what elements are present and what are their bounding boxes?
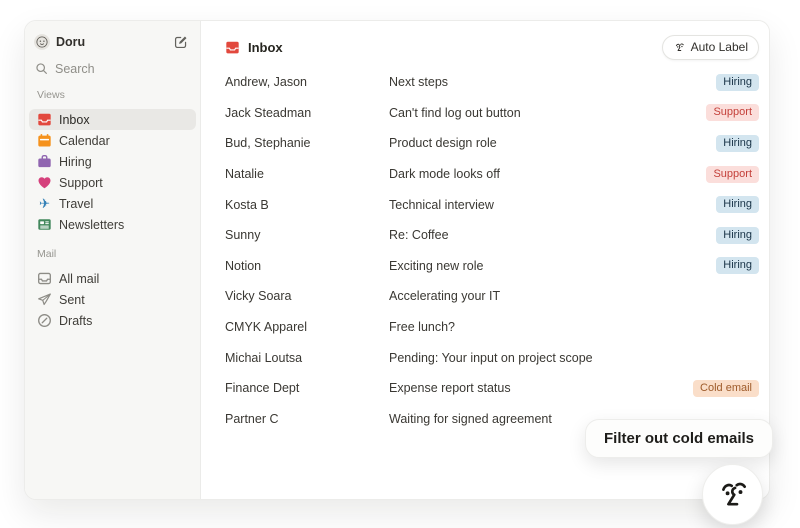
sidebar-item-sent[interactable]: Sent	[29, 289, 196, 310]
email-sender: Sunny	[225, 228, 389, 242]
ai-assistant-button[interactable]	[702, 464, 763, 525]
sidebar-item-label: Drafts	[59, 314, 92, 328]
sidebar-item-label: Sent	[59, 293, 85, 307]
search-icon	[35, 62, 48, 75]
email-subject: Dark mode looks off	[389, 167, 706, 181]
auto-label-label: Auto Label	[691, 40, 748, 54]
sidebar-item-drafts[interactable]: Drafts	[29, 310, 196, 331]
paper-plane-icon	[37, 292, 52, 307]
email-sender: Natalie	[225, 167, 389, 181]
email-label-badge: Support	[706, 104, 759, 121]
sidebar-sections: Views Inbox Calendar Hiring Support ✈ Travel Ne…	[25, 76, 200, 331]
email-subject: Accelerating your IT	[389, 289, 759, 303]
ai-face-icon	[713, 475, 753, 515]
sidebar-item-list: All mail Sent Drafts	[25, 268, 200, 331]
compose-icon[interactable]	[174, 35, 188, 49]
email-subject: Re: Coffee	[389, 228, 716, 242]
email-subject: Free lunch?	[389, 320, 759, 334]
sidebar-header: Doru	[25, 34, 200, 50]
sidebar-item-list: Inbox Calendar Hiring Support ✈ Travel Newslet…	[25, 109, 200, 235]
tray-icon	[37, 271, 52, 286]
inbox-title-group: Inbox	[225, 40, 283, 55]
sidebar-item-label: Travel	[59, 197, 93, 211]
email-sender: Notion	[225, 259, 389, 273]
sidebar-item-newsletters[interactable]: Newsletters	[29, 214, 196, 235]
email-subject: Exciting new role	[389, 259, 716, 273]
email-row[interactable]: Michai LoutsaPending: Your input on proj…	[225, 342, 759, 373]
email-subject: Can't find log out button	[389, 106, 706, 120]
ai-face-icon	[673, 41, 686, 54]
heart-icon	[37, 175, 52, 190]
email-row[interactable]: CMYK ApparelFree lunch?	[225, 312, 759, 343]
sidebar-item-support[interactable]: Support	[29, 172, 196, 193]
email-sender: Bud, Stephanie	[225, 136, 389, 150]
sidebar-section-label: Views	[37, 89, 188, 101]
email-sender: Partner C	[225, 412, 389, 426]
auto-label-button[interactable]: Auto Label	[662, 35, 759, 60]
email-subject: Expense report status	[389, 381, 693, 395]
sidebar-item-calendar[interactable]: Calendar	[29, 130, 196, 151]
email-label-badge: Hiring	[716, 257, 759, 274]
filter-tooltip: Filter out cold emails	[585, 419, 773, 458]
sidebar: Doru Search Views Inbox Calendar Hiring Supp…	[25, 21, 201, 499]
email-label-badge: Hiring	[716, 196, 759, 213]
email-row[interactable]: Finance DeptExpense report statusCold em…	[225, 373, 759, 404]
email-sender: CMYK Apparel	[225, 320, 389, 334]
search-button[interactable]: Search	[25, 61, 200, 76]
email-row[interactable]: Bud, StephanieProduct design roleHiring	[225, 128, 759, 159]
user-name: Doru	[56, 35, 85, 49]
plane-icon: ✈	[37, 196, 52, 211]
email-sender: Vicky Soara	[225, 289, 389, 303]
email-row[interactable]: NotionExciting new roleHiring	[225, 251, 759, 282]
inbox-icon	[225, 40, 240, 55]
calendar-icon	[37, 133, 52, 148]
sidebar-item-label: Newsletters	[59, 218, 124, 232]
search-label: Search	[55, 62, 95, 76]
email-row[interactable]: Kosta BTechnical interviewHiring	[225, 189, 759, 220]
sidebar-item-label: Hiring	[59, 155, 92, 169]
avatar	[34, 34, 50, 50]
sidebar-item-label: Inbox	[59, 113, 90, 127]
inbox-icon	[37, 112, 52, 127]
email-label-badge: Support	[706, 166, 759, 183]
desktop-background: Doru Search Views Inbox Calendar Hiring Supp…	[0, 0, 800, 528]
page-title: Inbox	[248, 40, 283, 55]
email-subject: Product design role	[389, 136, 716, 150]
email-sender: Michai Loutsa	[225, 351, 389, 365]
email-label-badge: Cold email	[693, 380, 759, 397]
email-sender: Andrew, Jason	[225, 75, 389, 89]
newspaper-icon	[37, 217, 52, 232]
sidebar-item-label: Support	[59, 176, 103, 190]
sidebar-item-hiring[interactable]: Hiring	[29, 151, 196, 172]
email-row[interactable]: Jack SteadmanCan't find log out buttonSu…	[225, 98, 759, 129]
email-label-badge: Hiring	[716, 74, 759, 91]
sidebar-item-inbox[interactable]: Inbox	[29, 109, 196, 130]
email-label-badge: Hiring	[716, 135, 759, 152]
sidebar-item-all-mail[interactable]: All mail	[29, 268, 196, 289]
sidebar-section-label: Mail	[37, 248, 188, 260]
sidebar-item-label: Calendar	[59, 134, 110, 148]
sidebar-item-label: All mail	[59, 272, 99, 286]
email-sender: Kosta B	[225, 198, 389, 212]
email-row[interactable]: Andrew, JasonNext stepsHiring	[225, 67, 759, 98]
email-sender: Finance Dept	[225, 381, 389, 395]
email-sender: Jack Steadman	[225, 106, 389, 120]
email-row[interactable]: SunnyRe: CoffeeHiring	[225, 220, 759, 251]
briefcase-icon	[37, 154, 52, 169]
email-row[interactable]: NatalieDark mode looks offSupport	[225, 159, 759, 190]
inbox-header: Inbox Auto Label	[225, 34, 759, 60]
svg-text:✈: ✈	[39, 196, 50, 211]
email-subject: Pending: Your input on project scope	[389, 351, 759, 365]
user-account[interactable]: Doru	[34, 34, 85, 50]
sidebar-item-travel[interactable]: ✈ Travel	[29, 193, 196, 214]
email-subject: Next steps	[389, 75, 716, 89]
email-list: Andrew, JasonNext stepsHiringJack Steadm…	[225, 67, 759, 434]
email-label-badge: Hiring	[716, 227, 759, 244]
draft-icon	[37, 313, 52, 328]
email-row[interactable]: Vicky SoaraAccelerating your IT	[225, 281, 759, 312]
email-subject: Technical interview	[389, 198, 716, 212]
